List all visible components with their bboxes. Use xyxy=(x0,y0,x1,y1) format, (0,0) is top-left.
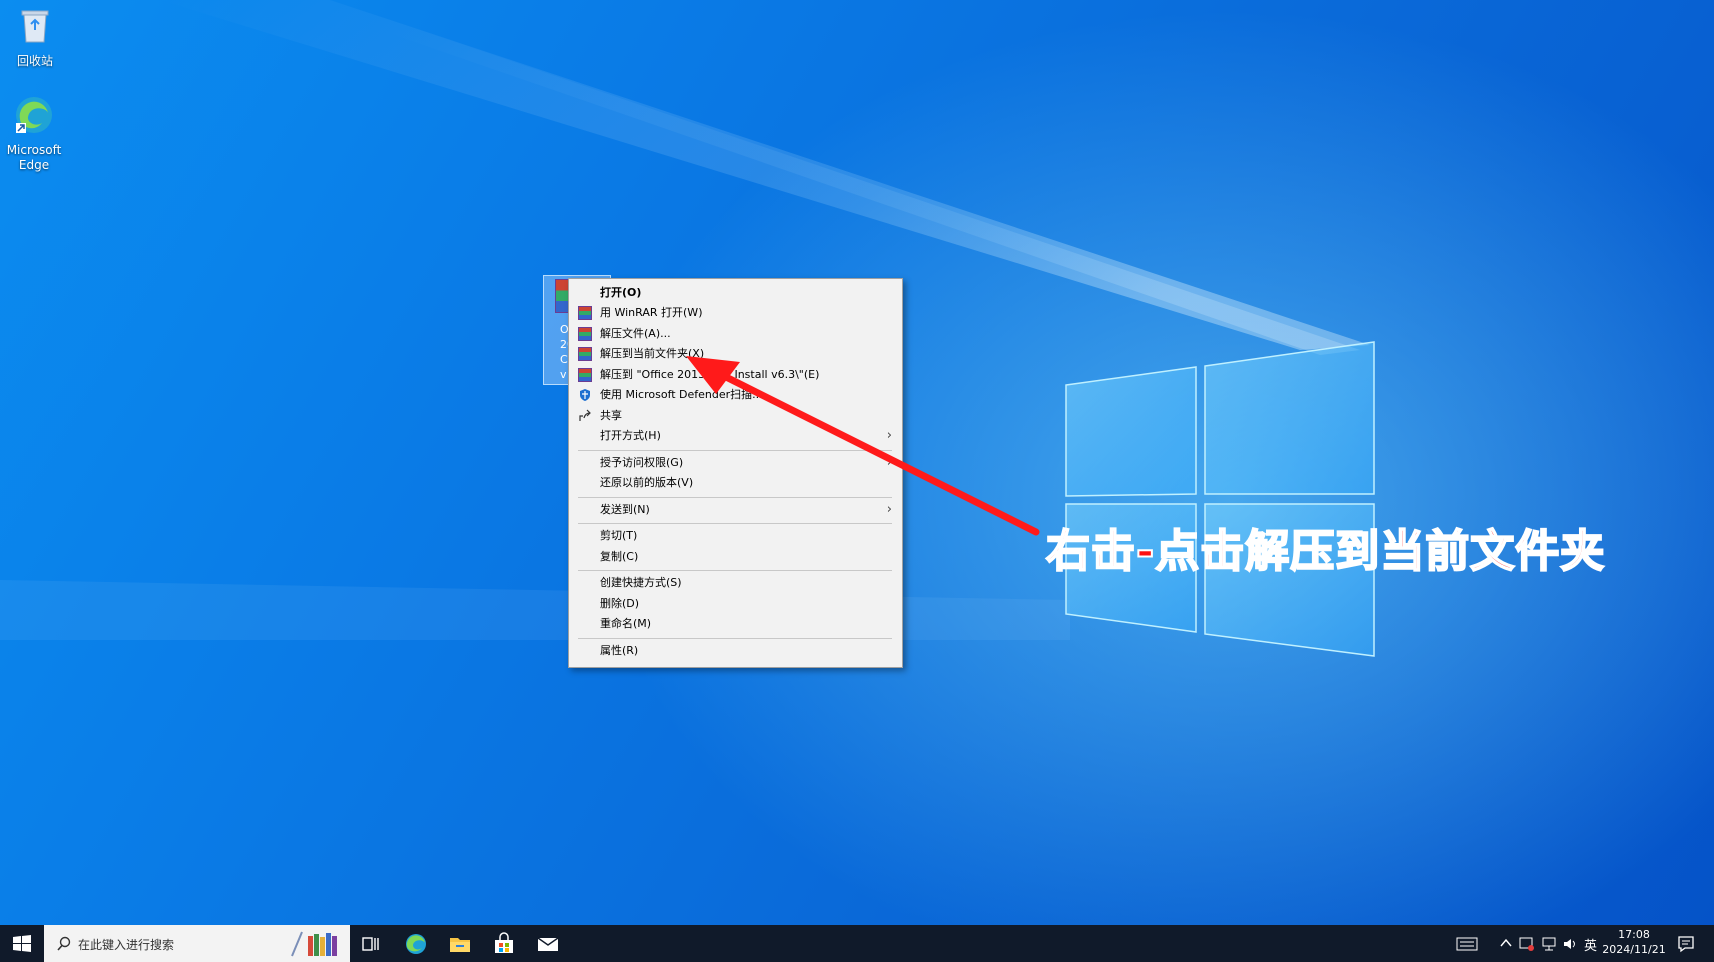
notification-center-icon[interactable] xyxy=(1677,935,1695,953)
microsoft-store-icon[interactable] xyxy=(492,932,516,956)
annotation-arrow xyxy=(686,356,1040,536)
search-highlight-books-icon xyxy=(291,931,337,957)
start-windows-icon[interactable] xyxy=(10,932,34,956)
taskbar: 在此键入进行搜索 英 17:08 2024/11/21 xyxy=(0,925,1714,962)
clock[interactable]: 17:08 2024/11/21 xyxy=(1602,928,1666,956)
annotation-text: 右击-点击解压到当前文件夹 xyxy=(1045,525,1606,578)
edge-taskbar-icon[interactable] xyxy=(404,932,428,956)
task-view-icon[interactable] xyxy=(359,932,383,956)
clock-time: 17:08 xyxy=(1618,928,1650,941)
desktop: 回收站 Microsoft Edge O 201 C2R v 打开(O) 用 W… xyxy=(0,0,1714,925)
chevron-up-icon[interactable] xyxy=(1500,938,1512,948)
search-icon xyxy=(57,936,71,951)
ime-indicator[interactable]: 英 xyxy=(1584,935,1597,954)
search-placeholder: 在此键入进行搜索 xyxy=(78,938,175,952)
clock-date: 2024/11/21 xyxy=(1602,943,1666,956)
volume-icon[interactable] xyxy=(1562,936,1578,952)
network-icon[interactable] xyxy=(1541,936,1557,952)
file-explorer-icon[interactable] xyxy=(448,932,472,956)
keyboard-layout-icon[interactable] xyxy=(1456,937,1478,951)
security-alert-icon[interactable] xyxy=(1519,936,1535,952)
taskbar-search-box[interactable]: 在此键入进行搜索 xyxy=(44,925,350,962)
mail-icon[interactable] xyxy=(536,932,560,956)
